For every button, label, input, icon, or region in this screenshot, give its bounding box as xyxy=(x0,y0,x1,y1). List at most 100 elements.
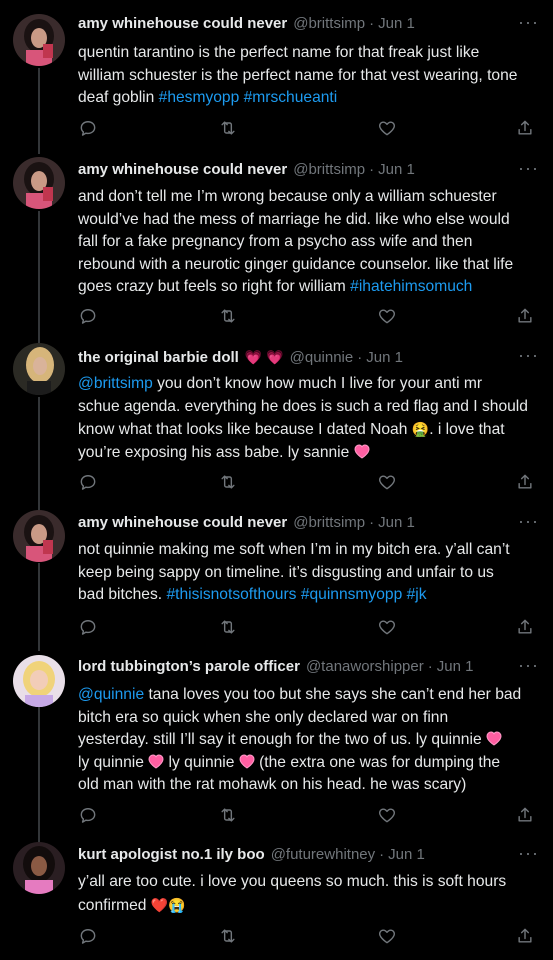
more-icon[interactable]: ··· xyxy=(518,12,539,33)
tweet-text-line: yesterday. still I’ll say it enough for … xyxy=(78,729,544,752)
text-segment: confirmed xyxy=(78,896,151,914)
avatar[interactable] xyxy=(13,343,65,395)
tweet-text-line: would’ve had the mess of marriage he did… xyxy=(78,209,544,232)
reply-icon[interactable] xyxy=(78,617,100,639)
more-icon[interactable]: ··· xyxy=(518,655,539,676)
timestamp[interactable]: Jun 1 xyxy=(366,349,403,366)
timestamp[interactable]: Jun 1 xyxy=(437,658,474,675)
tweet-actions xyxy=(78,617,538,639)
handle[interactable]: @futurewhitney xyxy=(271,846,375,863)
tweet-text: y’all are too cute. i love you queens so… xyxy=(78,871,544,917)
share-icon[interactable] xyxy=(515,118,537,140)
display-name[interactable]: amy whinehouse could never xyxy=(78,15,287,32)
display-name[interactable]: amy whinehouse could never xyxy=(78,514,287,531)
like-icon[interactable] xyxy=(377,805,399,827)
separator-dot: · xyxy=(357,349,363,366)
text-segment: schue agenda. everything he does is such… xyxy=(78,397,528,415)
tweet-actions xyxy=(78,306,538,328)
hashtag-link[interactable]: #hesmyopp xyxy=(159,89,240,106)
reply-icon[interactable] xyxy=(78,472,100,494)
tweet-text-line: keep being sappy on timeline. it’s disgu… xyxy=(78,562,544,585)
avatar[interactable] xyxy=(13,842,65,894)
handle[interactable]: @tanaworshipper xyxy=(306,658,424,675)
crying-emoji: 😭 xyxy=(168,896,186,913)
avatar[interactable] xyxy=(13,510,65,562)
retweet-icon[interactable] xyxy=(218,805,240,827)
more-icon[interactable]: ··· xyxy=(518,843,539,864)
mention-link[interactable]: @quinnie xyxy=(78,686,144,703)
like-icon[interactable] xyxy=(377,118,399,140)
text-segment: would’ve had the mess of marriage he did… xyxy=(78,210,510,228)
more-icon[interactable]: ··· xyxy=(518,511,539,532)
mention-link[interactable]: @brittsimp xyxy=(78,375,153,392)
hashtag-link[interactable]: #mrschueanti xyxy=(244,89,338,106)
hashtag-link[interactable]: #thisisnotsofthours xyxy=(166,586,296,603)
text-segment: keep being sappy on timeline. it’s disgu… xyxy=(78,563,494,581)
text-segment: you don’t know how much I live for your … xyxy=(152,375,483,392)
hashtag-link[interactable]: #quinnsmyopp xyxy=(301,586,402,603)
tweet-text: not quinnie making me soft when I’m in m… xyxy=(78,539,544,607)
like-icon[interactable] xyxy=(377,472,399,494)
tweet-text-line: not quinnie making me soft when I’m in m… xyxy=(78,539,544,562)
reply-icon[interactable] xyxy=(78,805,100,827)
thread-connector-line xyxy=(38,707,40,843)
tweet-text-line: @brittsimp you don’t know how much I liv… xyxy=(78,373,544,396)
handle[interactable]: @brittsimp xyxy=(293,161,365,178)
avatar[interactable] xyxy=(13,157,65,209)
text-segment: william schuester is the perfect name fo… xyxy=(78,66,518,84)
text-segment: old man with the rat mohawk on his head.… xyxy=(78,776,467,793)
more-icon[interactable]: ··· xyxy=(518,158,539,179)
share-icon[interactable] xyxy=(515,472,537,494)
share-icon[interactable] xyxy=(515,617,537,639)
share-icon[interactable] xyxy=(515,306,537,328)
more-icon[interactable]: ··· xyxy=(518,345,539,366)
timestamp[interactable]: Jun 1 xyxy=(378,161,415,178)
red-heart-emoji: ❤️ xyxy=(150,896,169,913)
text-segment: ly quinnie xyxy=(164,753,239,771)
retweet-icon[interactable] xyxy=(218,306,240,328)
text-segment: you’re exposing his ass babe. ly sannie xyxy=(78,443,354,461)
heart-emoji xyxy=(239,753,255,771)
text-segment: know what that looks like because I date… xyxy=(78,421,412,438)
display-name[interactable]: amy whinehouse could never xyxy=(78,161,287,178)
handle[interactable]: @quinnie xyxy=(290,349,354,366)
tweet-text-line: @quinnie tana loves you too but she says… xyxy=(78,684,544,707)
tweet-header: the original barbie doll 💗 💗 @quinnie · Jun … xyxy=(78,347,513,368)
timestamp[interactable]: Jun 1 xyxy=(388,846,425,863)
text-segment: goes crazy but feels so right for willia… xyxy=(78,278,351,295)
avatar[interactable] xyxy=(13,655,65,707)
text-segment: . i love that xyxy=(429,421,505,438)
like-icon[interactable] xyxy=(377,617,399,639)
retweet-icon[interactable] xyxy=(218,472,240,494)
hashtag-link[interactable]: #ihatehimsomuch xyxy=(350,278,472,295)
tweet-actions xyxy=(78,926,538,948)
display-name[interactable]: kurt apologist no.1 ily boo xyxy=(78,846,265,863)
tweet-header: amy whinehouse could never @brittsimp · Jun… xyxy=(78,14,513,34)
like-icon[interactable] xyxy=(377,306,399,328)
thread-connector-line xyxy=(38,68,40,154)
reply-icon[interactable] xyxy=(78,926,100,948)
share-icon[interactable] xyxy=(515,805,537,827)
handle[interactable]: @brittsimp xyxy=(293,514,365,531)
display-name[interactable]: lord tubbington’s parole officer xyxy=(78,658,300,675)
reply-icon[interactable] xyxy=(78,118,100,140)
name-emoji: 💗 💗 xyxy=(244,349,284,365)
timestamp[interactable]: Jun 1 xyxy=(378,15,415,32)
display-name[interactable]: the original barbie doll xyxy=(78,349,239,366)
reply-icon[interactable] xyxy=(78,306,100,328)
tweet-actions xyxy=(78,805,538,827)
handle[interactable]: @brittsimp xyxy=(293,15,365,32)
tweet-header: amy whinehouse could never @brittsimp · Jun… xyxy=(78,160,513,180)
tweet-text-line: fall for a fake pregnancy from a psycho … xyxy=(78,231,544,254)
retweet-icon[interactable] xyxy=(218,617,240,639)
avatar[interactable] xyxy=(13,14,65,66)
hashtag-link[interactable]: #jk xyxy=(407,586,427,603)
separator-dot: · xyxy=(369,161,375,178)
tweet-text-line: schue agenda. everything he does is such… xyxy=(78,396,544,419)
text-segment: y’all are too cute. i love you queens so… xyxy=(78,873,507,890)
retweet-icon[interactable] xyxy=(218,118,240,140)
retweet-icon[interactable] xyxy=(218,926,240,948)
share-icon[interactable] xyxy=(515,926,537,948)
timestamp[interactable]: Jun 1 xyxy=(378,514,415,531)
like-icon[interactable] xyxy=(377,926,399,948)
